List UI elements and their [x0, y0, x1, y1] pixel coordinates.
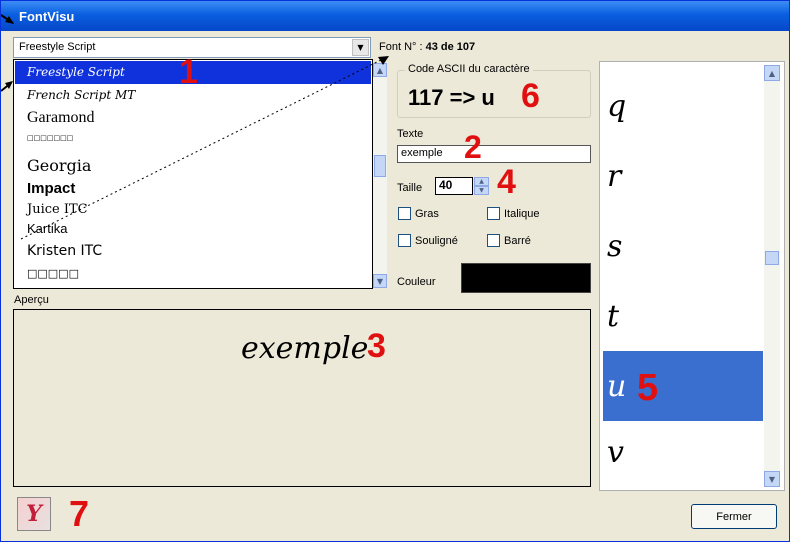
font-combo-value: Freestyle Script [19, 41, 96, 53]
underline-label: Souligné [415, 235, 458, 247]
char-item-t[interactable]: t [603, 281, 763, 351]
font-item-label: Kristen ITC [27, 243, 103, 259]
spin-down-icon[interactable]: ▼ [474, 186, 489, 195]
bold-label: Gras [415, 208, 439, 220]
font-item-label: Freestyle Script [27, 65, 125, 79]
font-item-georgia[interactable]: Georgia [15, 153, 371, 179]
bold-checkbox[interactable] [398, 207, 411, 220]
strike-label: Barré [504, 235, 531, 247]
font-item-kristen-itc[interactable]: Kristen ITC [15, 241, 371, 264]
char-item-r[interactable]: r [603, 141, 763, 211]
font-item-label: Georgia [27, 156, 92, 175]
scroll-down-icon[interactable]: ▼ [764, 471, 780, 487]
scroll-up-icon[interactable]: ▲ [764, 65, 780, 81]
font-dropdown-list[interactable]: Freestyle Script French Script MT Garamo… [13, 59, 373, 289]
italic-checkbox[interactable] [487, 207, 500, 220]
font-item-label: □□□□□ [27, 267, 79, 280]
spin-up-icon[interactable]: ▲ [474, 177, 489, 186]
arrowhead-icon [5, 81, 13, 89]
font-item-label: Juice ITC [27, 202, 88, 217]
scroll-up-icon[interactable]: ▲ [373, 63, 387, 77]
font-item-label: Garamond [27, 109, 95, 126]
font-number: Font N° : 43 de 107 [379, 41, 475, 53]
scroll-down-icon[interactable]: ▼ [373, 274, 387, 288]
italic-label: Italique [504, 208, 540, 220]
strike-checkbox[interactable] [487, 234, 500, 247]
font-item-garamond[interactable]: Garamond [15, 107, 371, 130]
ascii-group-label: Code ASCII du caractère [405, 63, 533, 75]
size-label: Taille [397, 182, 423, 194]
char-item-u[interactable]: u [603, 351, 763, 421]
font-item-kartika[interactable]: Kartika [15, 220, 371, 243]
pointer-line [1, 82, 12, 92]
ascii-code-display: 117 => u [408, 85, 495, 110]
preview-label: Aperçu [14, 294, 49, 306]
annotation-3: 3 [367, 327, 386, 365]
annotation-4: 4 [497, 163, 516, 201]
size-input[interactable]: 40 [435, 177, 473, 195]
app-logo-icon: Y [17, 497, 51, 531]
char-list-scrollbar[interactable]: ▲ ▼ [764, 65, 780, 487]
window-title: FontVisu [19, 9, 75, 24]
font-item-symbol[interactable]: □□□□□□□ [15, 130, 371, 153]
annotation-6: 6 [521, 77, 540, 115]
underline-checkbox[interactable] [398, 234, 411, 247]
color-label: Couleur [397, 276, 436, 288]
font-item-impact[interactable]: Impact [15, 179, 371, 202]
fontvisu-window: FontVisu Freestyle Script ▼ Font N° : 43… [0, 0, 790, 542]
preview-text: exemple [241, 331, 369, 366]
color-swatch[interactable] [461, 263, 591, 293]
annotation-5: 5 [637, 367, 659, 409]
char-item-s[interactable]: s [603, 211, 763, 281]
size-spinner[interactable]: ▲ ▼ [474, 177, 489, 195]
title-bar[interactable]: FontVisu [1, 1, 789, 31]
close-button[interactable]: Fermer [691, 504, 777, 529]
char-item-v[interactable]: v [603, 421, 763, 483]
font-item-label: French Script MT [27, 88, 136, 102]
scroll-thumb[interactable] [765, 251, 779, 265]
annotation-2: 2 [464, 129, 482, 165]
chevron-down-icon[interactable]: ▼ [352, 39, 369, 56]
font-item-label: Impact [27, 180, 76, 197]
text-field-label: Texte [397, 128, 424, 140]
font-number-label: Font N° : [379, 41, 423, 53]
annotation-7: 7 [69, 493, 90, 534]
font-number-value: 43 de 107 [425, 41, 476, 53]
font-item-label: Kartika [27, 221, 68, 236]
font-item-symbol-2[interactable]: □□□□□ [15, 264, 371, 287]
font-item-label: □□□□□□□ [27, 134, 74, 142]
char-item-q[interactable]: q [603, 71, 763, 141]
annotation-1: 1 [179, 53, 198, 91]
font-list-scrollbar[interactable]: ▲ ▼ [373, 63, 387, 288]
scroll-thumb[interactable] [374, 155, 386, 177]
text-input[interactable]: exemple [397, 145, 591, 163]
